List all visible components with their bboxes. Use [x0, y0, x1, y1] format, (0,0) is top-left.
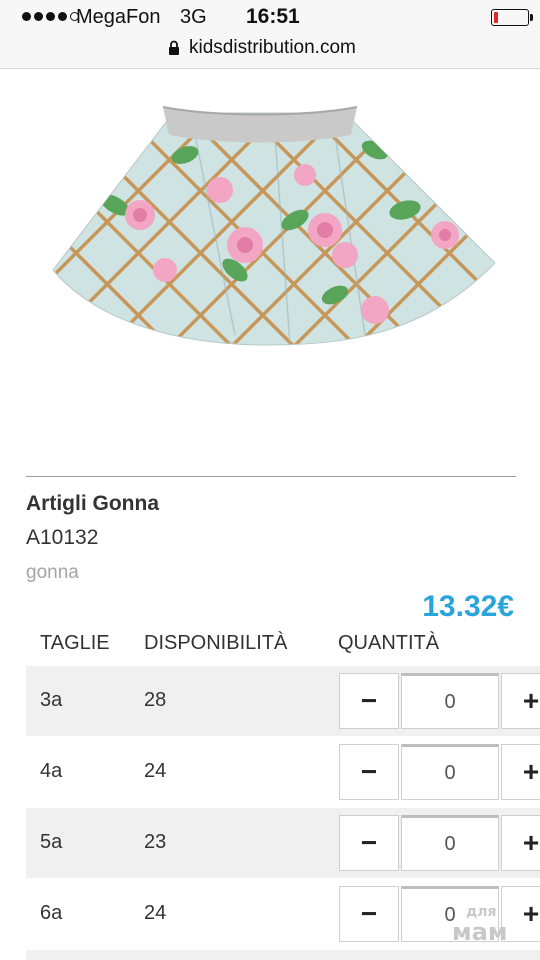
product-name: Artigli Gonna: [26, 492, 159, 515]
header-sizes: TAGLIE: [40, 632, 110, 654]
url-text[interactable]: kidsdistribution.com: [189, 37, 356, 59]
plus-icon: +: [522, 898, 540, 929]
availability-cell: 24: [144, 902, 167, 924]
decrement-button[interactable]: −: [339, 673, 399, 729]
size-cell: 6a: [40, 902, 63, 924]
availability-cell: 23: [144, 831, 167, 853]
section-divider: [26, 476, 516, 477]
plus-icon: +: [522, 756, 540, 787]
table-row: 5a 23 − 0 +: [26, 808, 540, 878]
battery-icon: [491, 9, 533, 26]
decrement-button[interactable]: −: [339, 744, 399, 800]
plus-icon: +: [522, 685, 540, 716]
network-type: 3G: [180, 6, 207, 28]
table-header: TAGLIE DISPONIBILITÀ QUANTITÀ: [26, 632, 540, 662]
lock-icon: [169, 40, 179, 55]
address-bar[interactable]: kidsdistribution.com: [0, 36, 540, 69]
product-category: gonna: [26, 562, 79, 583]
carrier-name: MegaFon: [76, 6, 161, 28]
minus-icon: −: [360, 827, 378, 858]
quantity-stepper: − 0 +: [339, 673, 540, 729]
header-availability: DISPONIBILITÀ: [144, 632, 288, 654]
availability-cell: 28: [144, 689, 167, 711]
table-row: [26, 950, 540, 960]
decrement-button[interactable]: −: [339, 815, 399, 871]
status-time: 16:51: [246, 5, 300, 28]
quantity-stepper: − 0 +: [339, 886, 540, 942]
minus-icon: −: [360, 898, 378, 929]
quantity-stepper: − 0 +: [339, 815, 540, 871]
header-quantity: QUANTITÀ: [338, 632, 440, 654]
decrement-button[interactable]: −: [339, 886, 399, 942]
increment-button[interactable]: +: [501, 673, 540, 729]
quantity-input[interactable]: 0: [401, 673, 499, 729]
status-bar: MegaFon 3G 16:51: [0, 0, 540, 36]
increment-button[interactable]: +: [501, 744, 540, 800]
availability-cell: 24: [144, 760, 167, 782]
quantity-input[interactable]: 0: [401, 744, 499, 800]
product-code: A10132: [26, 526, 99, 549]
minus-icon: −: [360, 685, 378, 716]
size-cell: 3a: [40, 689, 63, 711]
minus-icon: −: [360, 756, 378, 787]
increment-button[interactable]: +: [501, 815, 540, 871]
size-cell: 4a: [40, 760, 63, 782]
quantity-stepper: − 0 +: [339, 744, 540, 800]
product-price: 13.32€: [422, 590, 514, 623]
size-cell: 5a: [40, 831, 63, 853]
table-row: 3a 28 − 0 +: [26, 666, 540, 736]
skirt-product-image: [52, 106, 495, 346]
quantity-input[interactable]: 0: [401, 815, 499, 871]
signal-strength-icon: [22, 12, 79, 21]
table-row: 4a 24 − 0 +: [26, 737, 540, 807]
plus-icon: +: [522, 827, 540, 858]
